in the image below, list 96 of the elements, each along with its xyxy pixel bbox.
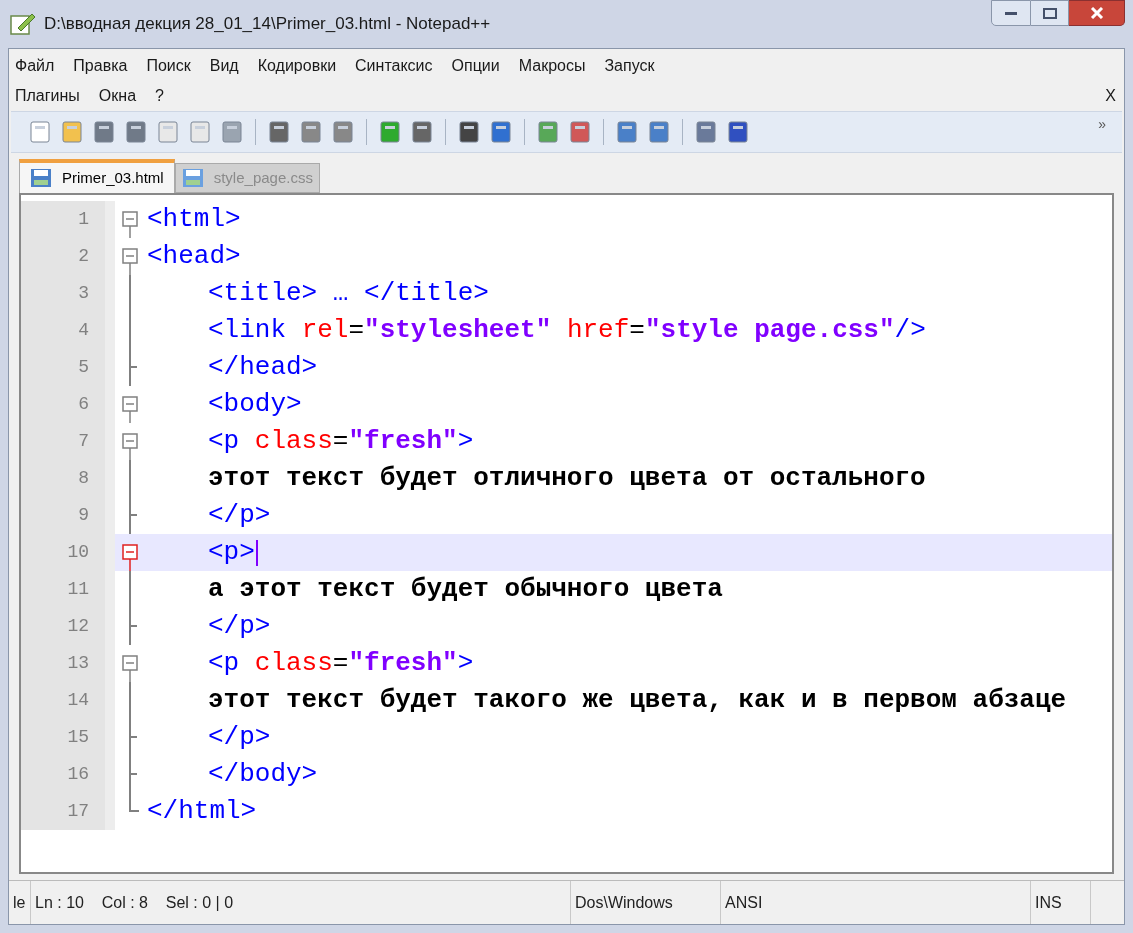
- code-token: </head>: [208, 351, 318, 384]
- line-number: 15: [21, 719, 105, 756]
- menu-item[interactable]: Поиск: [146, 54, 191, 78]
- code-token: </p>: [208, 721, 271, 754]
- minimize-icon: [1005, 10, 1017, 16]
- line-number: 17: [21, 793, 105, 830]
- line-number: 10: [21, 534, 105, 571]
- code-token: "style page.css": [644, 314, 895, 347]
- toolbar-icon[interactable]: [266, 119, 292, 145]
- menu-item[interactable]: Макросы: [518, 54, 586, 78]
- code-token: >: [457, 647, 474, 680]
- line-number: 3: [21, 275, 105, 312]
- code-token: =: [348, 314, 365, 347]
- code-token: class: [254, 425, 333, 458]
- fold-line-icon: [129, 460, 131, 497]
- line-number: 14: [21, 682, 105, 719]
- code-token: <link: [208, 314, 287, 347]
- code-token: class: [254, 647, 333, 680]
- menu-item[interactable]: Правка: [73, 54, 128, 78]
- notepad-icon: [10, 12, 36, 36]
- line-number: 4: [21, 312, 105, 349]
- close-icon: [1089, 7, 1104, 19]
- code-token: href: [566, 314, 630, 347]
- fold-line-icon: [129, 571, 131, 608]
- toolbar-icon[interactable]: [409, 119, 435, 145]
- code-token: rel: [301, 314, 349, 347]
- menu-item[interactable]: ?: [155, 84, 164, 108]
- menu-item[interactable]: Окна: [98, 84, 137, 108]
- toolbar-icon[interactable]: [456, 119, 482, 145]
- line-number: 6: [21, 386, 105, 423]
- fold-margin: [105, 201, 115, 238]
- file-tab[interactable]: Primer_03.html: [19, 159, 175, 193]
- code-token: этот текст будет отличного цвета от остального: [208, 462, 926, 495]
- fold-end-icon: [129, 497, 137, 534]
- code-token: <html>: [147, 203, 241, 236]
- line-number: 16: [21, 756, 105, 793]
- window-title: D:\вводная декция 28_01_14\Primer_03.html - Notepad++: [44, 13, 491, 36]
- minimize-button[interactable]: [991, 0, 1031, 26]
- code-token: <p: [208, 425, 241, 458]
- code-token: >: [457, 425, 474, 458]
- status-field: ANSI: [721, 881, 1031, 924]
- line-number: 2: [21, 238, 105, 275]
- status-field: Ln : 10 Col : 8 Sel : 0 | 0: [31, 881, 571, 924]
- fold-margin: [105, 793, 115, 830]
- code-token: <body>: [208, 388, 302, 421]
- code-token: <p>: [208, 536, 255, 569]
- code-token: />: [894, 314, 926, 347]
- menu-item[interactable]: Файл: [15, 54, 55, 78]
- close-button[interactable]: [1069, 0, 1125, 26]
- toolbar-icon[interactable]: [123, 119, 149, 145]
- close-document-button[interactable]: X: [1105, 84, 1116, 108]
- line-number: 8: [21, 460, 105, 497]
- menu-item[interactable]: Вид: [209, 54, 239, 78]
- code-token: а этот текст будет обычного цвета: [208, 573, 723, 606]
- menu-item[interactable]: Синтаксис: [355, 54, 433, 78]
- line-number: 1: [21, 201, 105, 238]
- code-token: <head>: [147, 240, 241, 273]
- toolbar-icon[interactable]: [567, 119, 593, 145]
- line-number: 5: [21, 349, 105, 386]
- text-cursor: [255, 539, 258, 566]
- code-token: =: [629, 314, 645, 347]
- toolbar-icon[interactable]: [693, 119, 719, 145]
- toolbar-icon[interactable]: [488, 119, 514, 145]
- toolbar-icon[interactable]: [91, 119, 117, 145]
- maximize-icon: [1042, 7, 1057, 19]
- code-token: =: [332, 647, 349, 680]
- code-token: этот текст будет такого же цвета, как и в первом абзаце: [208, 684, 1067, 717]
- line-number: 9: [21, 497, 105, 534]
- line-number: 7: [21, 423, 105, 460]
- line-number: 13: [21, 645, 105, 682]
- code-token: "fresh": [348, 647, 458, 680]
- toolbar-icon[interactable]: [725, 119, 751, 145]
- line-number: 12: [21, 608, 105, 645]
- code-token: "fresh": [348, 425, 458, 458]
- status-field: INS: [1031, 881, 1091, 924]
- fold-end-icon: [129, 608, 137, 645]
- toolbar-overflow-button[interactable]: »: [1098, 114, 1106, 135]
- menu-item[interactable]: Плагины: [15, 84, 80, 108]
- line-number: 11: [21, 571, 105, 608]
- menu-item[interactable]: Запуск: [604, 54, 655, 78]
- status-field: le: [9, 881, 31, 924]
- code-token: </p>: [208, 499, 271, 532]
- status-field: Dos\Windows: [571, 881, 721, 924]
- code-token: </body>: [208, 758, 318, 791]
- fold-end-icon: [129, 349, 137, 386]
- code-token: <title> … </title>: [208, 277, 489, 310]
- code-token: "stylesheet": [364, 314, 553, 347]
- maximize-button[interactable]: [1031, 0, 1069, 26]
- code-token: </p>: [208, 610, 271, 643]
- menu-item[interactable]: Кодировки: [257, 54, 337, 78]
- code-token: <p: [208, 647, 241, 680]
- fold-line-icon: [129, 682, 131, 719]
- code-editor[interactable]: [19, 193, 1114, 874]
- code-token: </html>: [147, 795, 257, 828]
- code-token: =: [332, 425, 349, 458]
- menu-item[interactable]: Опции: [451, 54, 500, 78]
